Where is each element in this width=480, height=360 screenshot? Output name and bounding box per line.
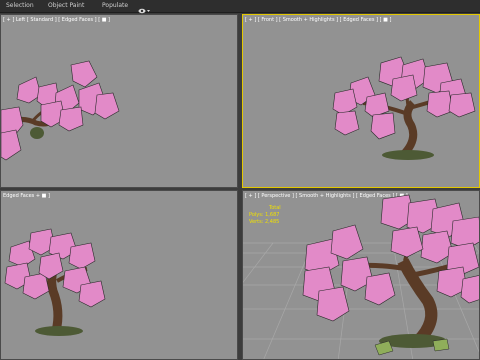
viewport-side[interactable]: Edged Faces + ■ ]: [0, 190, 238, 360]
tree-model-front: [332, 56, 476, 160]
viewport-perspective[interactable]: [ + ] [ Perspective ] [ Smooth + Highlig…: [242, 190, 480, 360]
tree-model-perspective: [243, 194, 479, 359]
menu-populate[interactable]: Populate: [102, 1, 128, 11]
menu-object-paint[interactable]: Object Paint: [48, 1, 84, 11]
tree-model-side: [1, 60, 120, 161]
viewport-front[interactable]: [ + ] [ Front ] [ Smooth + Highlights ] …: [242, 14, 480, 188]
tree-model-back: [4, 228, 106, 336]
viewport-left[interactable]: [ + ] Left [ Standard ] [ Edged Faces ] …: [0, 14, 238, 188]
menu-bar: Selection Object Paint Populate: [0, 0, 480, 14]
viewport-options-icon[interactable]: [137, 1, 151, 14]
menu-selection[interactable]: Selection: [6, 1, 34, 11]
